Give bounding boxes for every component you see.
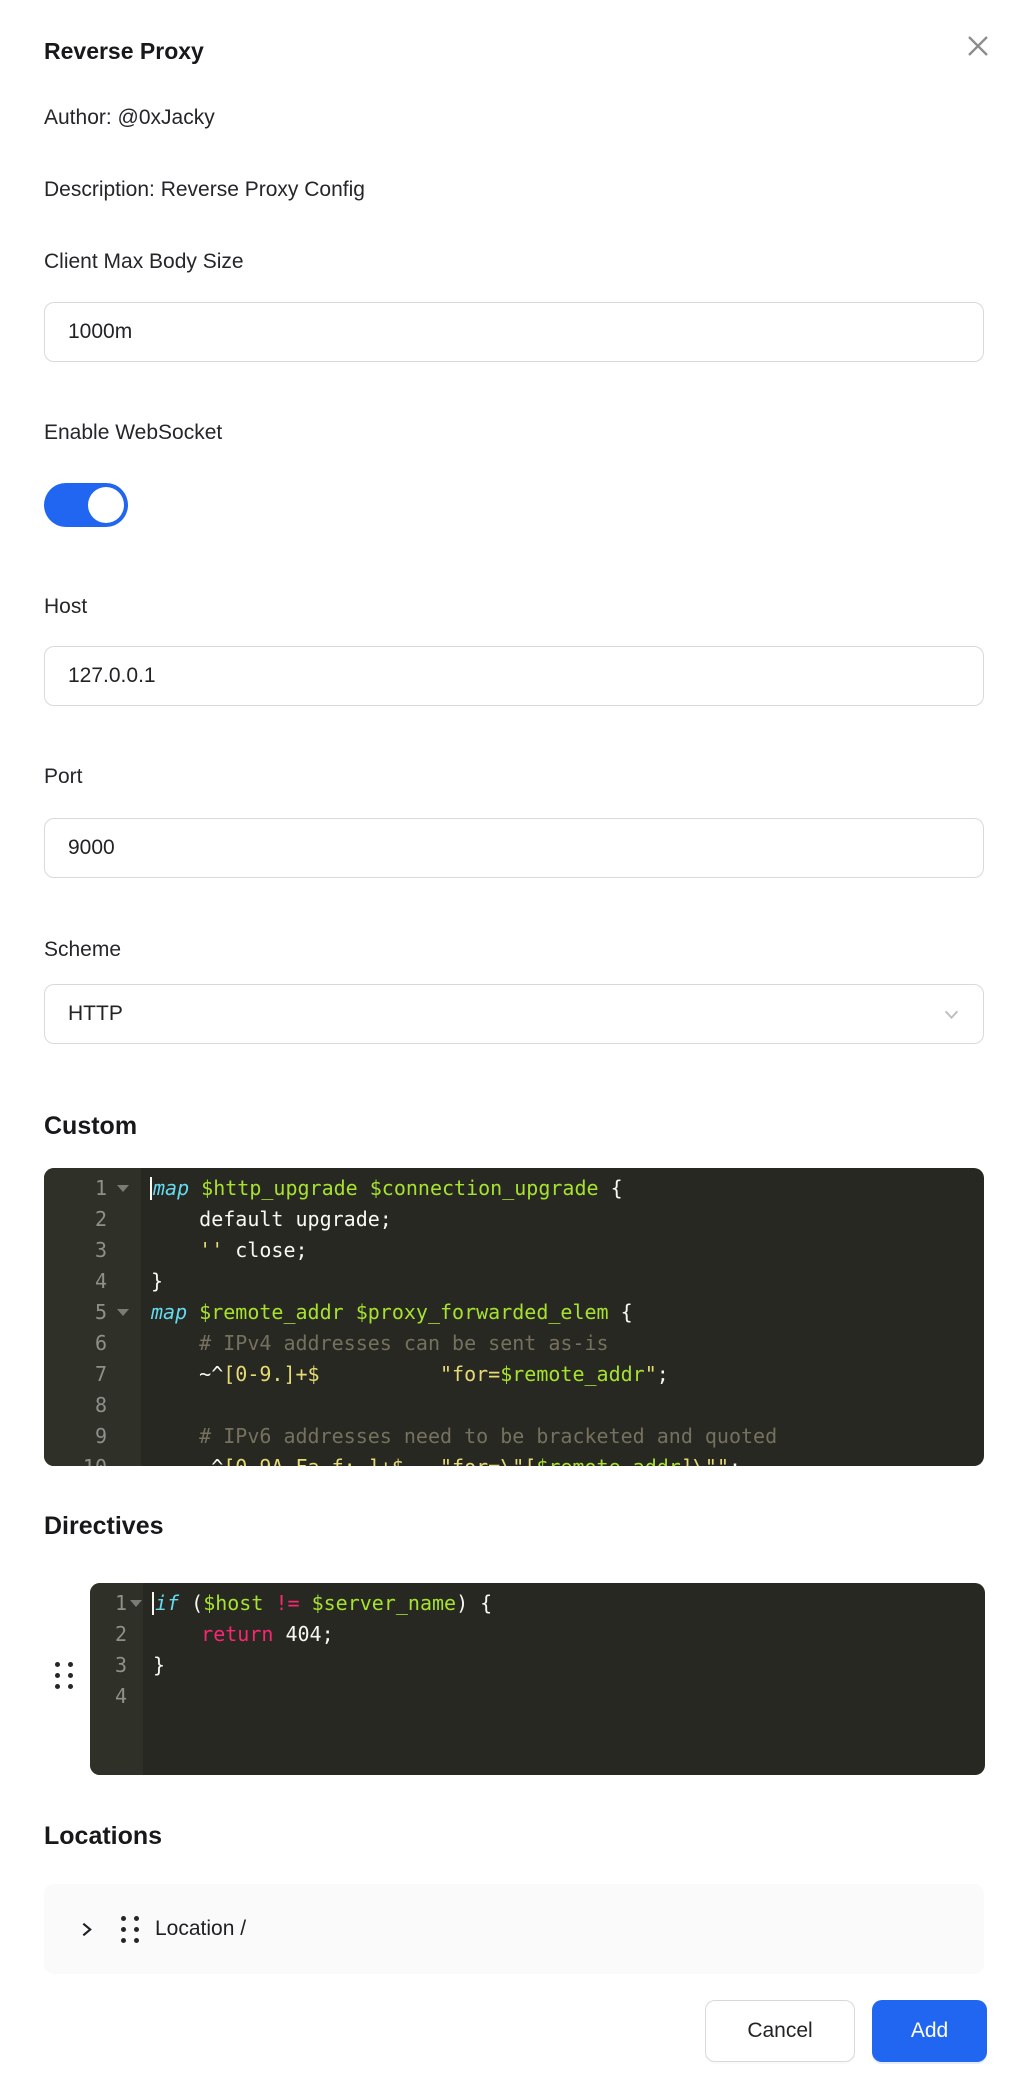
gutter-line-number: 7 (44, 1359, 141, 1390)
author-text: Author: @0xJacky (44, 106, 215, 130)
gutter-line-number: 3 (90, 1650, 143, 1681)
code-line: } (153, 1650, 985, 1681)
location-item[interactable]: Location / (44, 1884, 984, 1974)
gutter-line-number: 2 (44, 1204, 141, 1235)
scheme-select[interactable]: HTTP (44, 984, 984, 1044)
toggle-knob (88, 487, 124, 523)
page-title: Reverse Proxy (44, 38, 204, 65)
gutter-line-number: 10 (44, 1452, 141, 1466)
code-line: # IPv4 addresses can be sent as-is (151, 1328, 984, 1359)
enable-websocket-label: Enable WebSocket (44, 421, 222, 445)
reverse-proxy-modal: Reverse Proxy Author: @0xJacky Descripti… (0, 0, 1026, 2092)
description-text: Description: Reverse Proxy Config (44, 178, 365, 202)
editor-code-area[interactable]: map $http_upgrade $connection_upgrade { … (141, 1168, 984, 1466)
text-cursor (152, 1592, 154, 1615)
gutter-line-number: 1 (90, 1588, 143, 1619)
text-cursor (150, 1177, 152, 1200)
gutter-line-number: 6 (44, 1328, 141, 1359)
code-line: map $remote_addr $proxy_forwarded_elem { (151, 1297, 984, 1328)
editor-code-area[interactable]: if ($host != $server_name) { return 404;… (143, 1583, 985, 1775)
host-input[interactable] (44, 646, 984, 706)
location-label: Location / (155, 1917, 246, 1941)
close-button[interactable] (964, 32, 992, 60)
code-line: } (151, 1266, 984, 1297)
port-input[interactable] (44, 818, 984, 878)
directives-drag-handle-icon[interactable] (55, 1662, 73, 1689)
editor-gutter: 1234 (90, 1583, 143, 1775)
client-max-body-size-input[interactable] (44, 302, 984, 362)
gutter-line-number: 4 (90, 1681, 143, 1712)
code-line (151, 1390, 984, 1421)
code-line: default upgrade; (151, 1204, 984, 1235)
code-line: return 404; (153, 1619, 985, 1650)
code-line: ~^[0-9.]+$ "for=$remote_addr"; (151, 1359, 984, 1390)
websocket-toggle[interactable] (44, 483, 128, 527)
scheme-select-value: HTTP (68, 1002, 123, 1026)
gutter-line-number: 9 (44, 1421, 141, 1452)
add-button[interactable]: Add (872, 2000, 987, 2062)
client-max-body-size-label: Client Max Body Size (44, 250, 244, 274)
code-line: # IPv6 addresses need to be bracketed an… (151, 1421, 984, 1452)
gutter-line-number: 2 (90, 1619, 143, 1650)
fold-caret-icon[interactable] (117, 1309, 129, 1316)
port-label: Port (44, 765, 83, 789)
close-icon (965, 33, 991, 59)
gutter-line-number: 5 (44, 1297, 141, 1328)
gutter-line-number: 3 (44, 1235, 141, 1266)
cancel-button[interactable]: Cancel (705, 2000, 855, 2062)
code-line: '' close; (151, 1235, 984, 1266)
custom-section-heading: Custom (44, 1112, 137, 1141)
code-line: ~^[0-9A-Fa-f:.]+$ "for=\"[$remote_addr]\… (151, 1452, 984, 1466)
scheme-label: Scheme (44, 938, 121, 962)
cancel-button-label: Cancel (747, 2019, 812, 2043)
gutter-line-number: 1 (44, 1173, 141, 1204)
add-button-label: Add (911, 2019, 948, 2043)
chevron-right-icon[interactable] (78, 1921, 95, 1938)
fold-caret-icon[interactable] (130, 1600, 142, 1607)
gutter-line-number: 4 (44, 1266, 141, 1297)
code-line (153, 1681, 985, 1712)
fold-caret-icon[interactable] (117, 1185, 129, 1192)
custom-code-editor[interactable]: 12345678910 map $http_upgrade $connectio… (44, 1168, 984, 1466)
gutter-line-number: 8 (44, 1390, 141, 1421)
code-line: map $http_upgrade $connection_upgrade { (151, 1173, 984, 1204)
host-label: Host (44, 595, 87, 619)
directives-code-editor[interactable]: 1234 if ($host != $server_name) { return… (90, 1583, 985, 1775)
location-drag-handle-icon[interactable] (121, 1916, 139, 1943)
locations-section-heading: Locations (44, 1822, 162, 1851)
code-line: if ($host != $server_name) { (153, 1588, 985, 1619)
directives-section-heading: Directives (44, 1512, 164, 1541)
editor-gutter: 12345678910 (44, 1168, 141, 1466)
chevron-down-icon (943, 1006, 960, 1023)
